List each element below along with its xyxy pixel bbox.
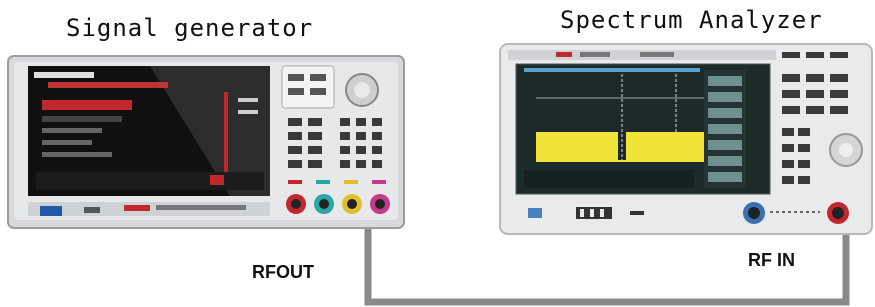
- analyzer-usb-icon: [528, 208, 542, 218]
- rf-out-label: RFOUT: [252, 262, 314, 282]
- spectrum-trace-left: [536, 132, 618, 162]
- spectrum-trace-right: [626, 132, 704, 162]
- connection-diagram: [7, 43, 873, 306]
- rf-in-label: RF IN: [748, 250, 795, 270]
- spectrum-analyzer: [499, 43, 873, 235]
- usb-port-icon: [40, 206, 62, 216]
- signal-generator: [7, 55, 405, 229]
